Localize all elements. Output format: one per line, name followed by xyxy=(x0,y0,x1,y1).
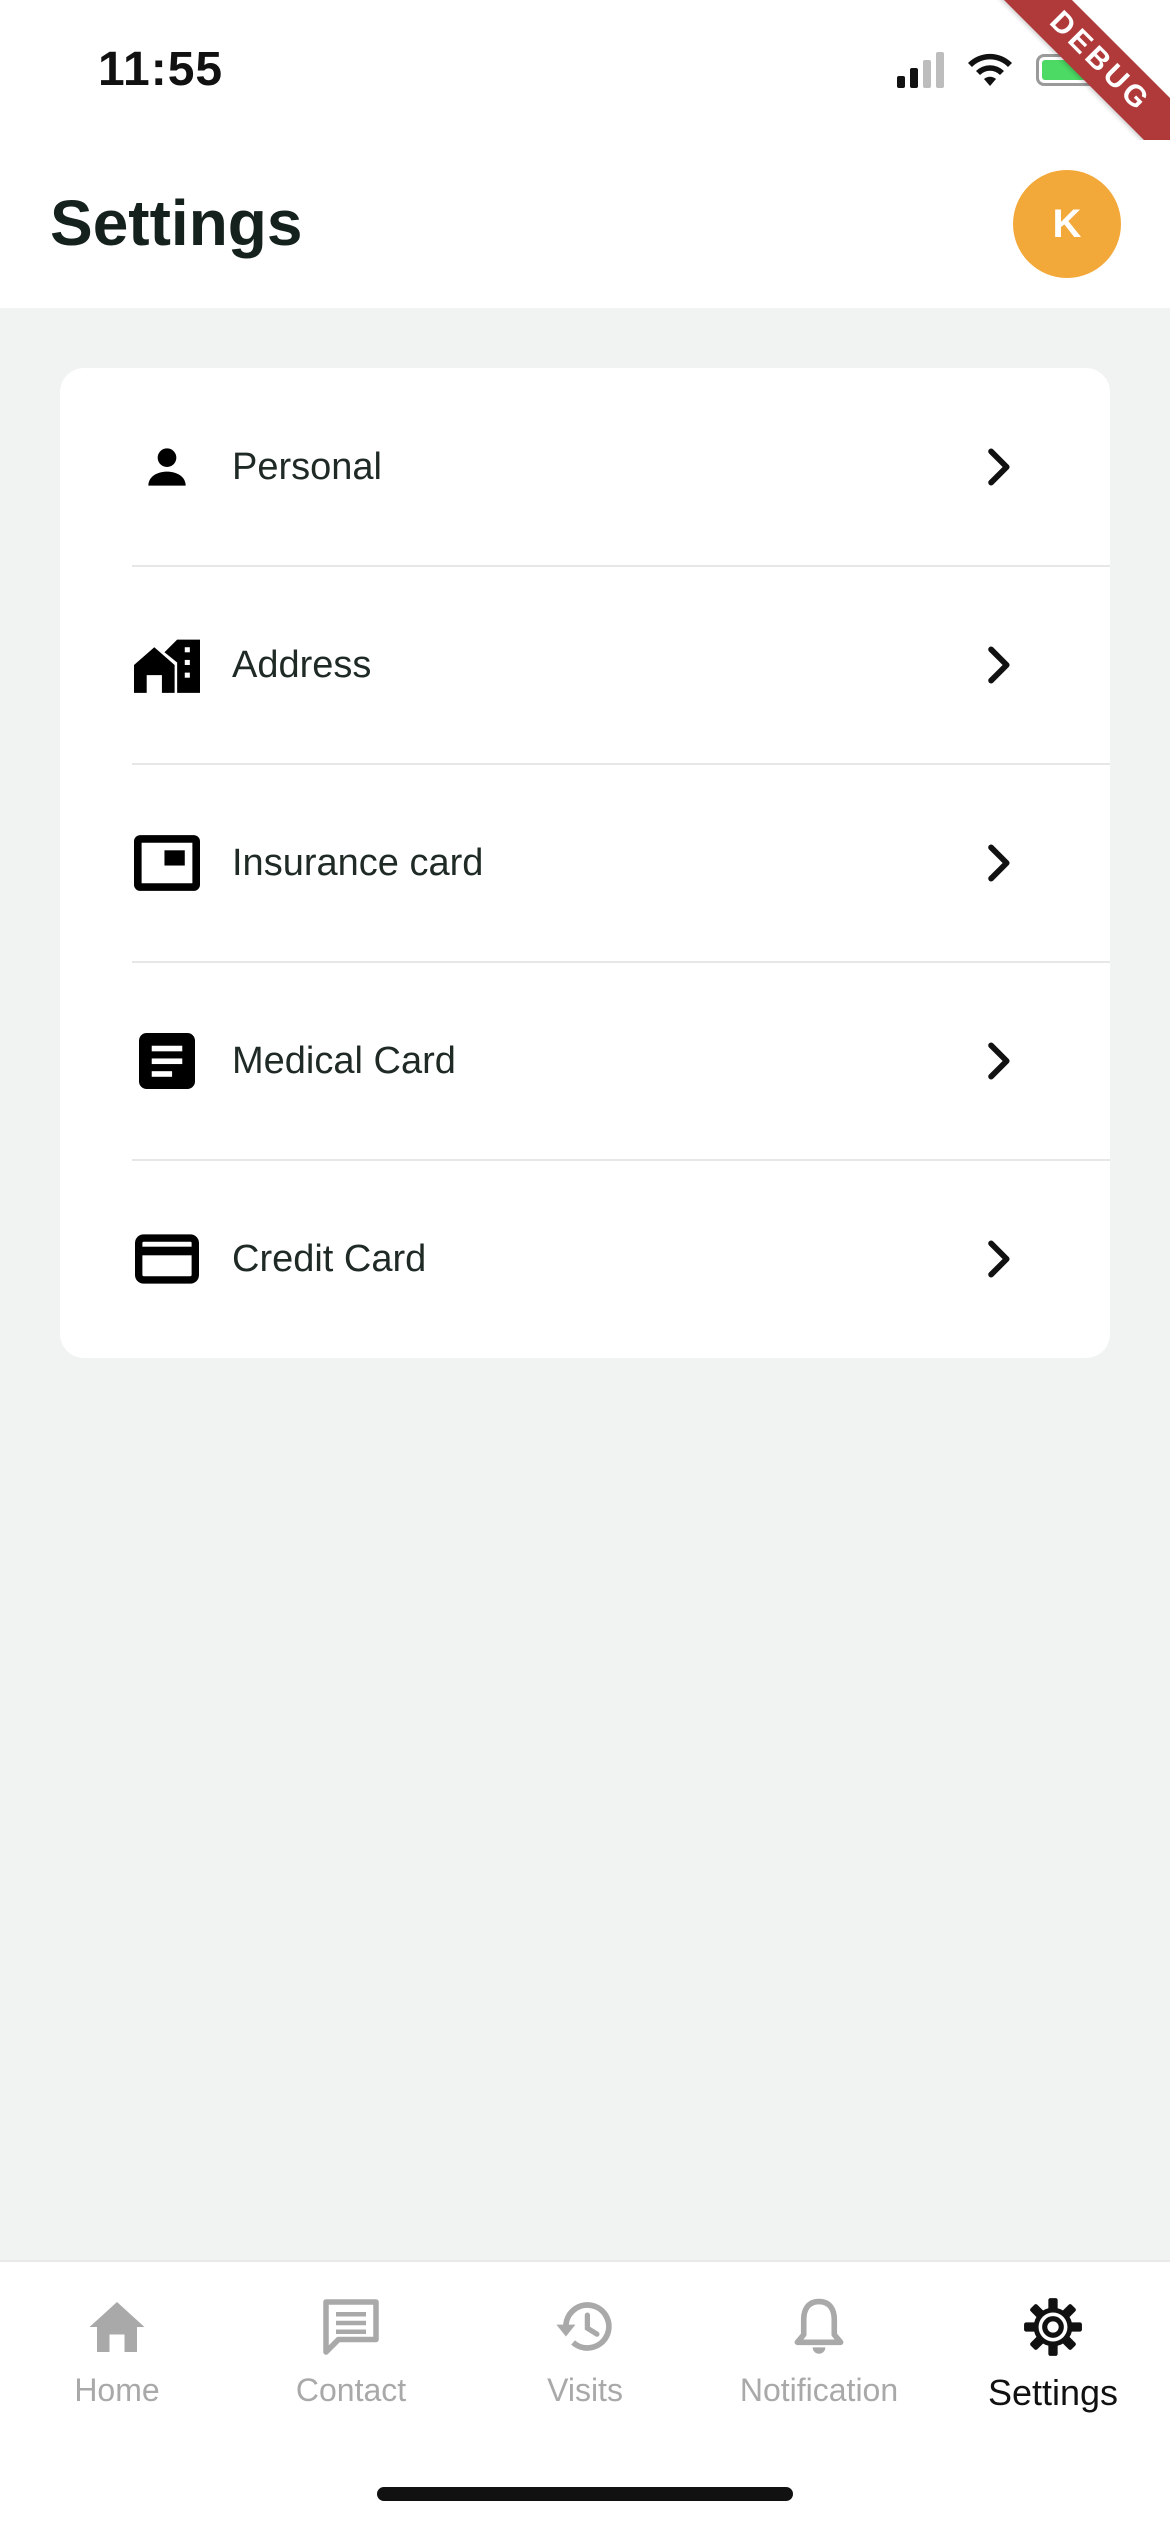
settings-item-label: Address xyxy=(232,643,372,686)
nav-item-settings[interactable]: Settings xyxy=(936,2262,1170,2452)
nav-item-contact[interactable]: Contact xyxy=(234,2262,468,2452)
nav-label: Home xyxy=(74,2372,160,2408)
settings-item-label: Medical Card xyxy=(232,1039,456,1082)
nav-label: Contact xyxy=(295,2372,407,2408)
chat-icon xyxy=(316,2292,386,2362)
nav-label: Notification xyxy=(739,2372,899,2408)
home-work-icon xyxy=(132,630,202,700)
settings-item-medical-card[interactable]: Medical Card xyxy=(60,962,1110,1160)
settings-item-insurance-card[interactable]: Insurance card xyxy=(60,764,1110,962)
home-indicator xyxy=(377,2487,793,2501)
nav-item-home[interactable]: Home xyxy=(0,2262,234,2452)
home-icon xyxy=(82,2292,152,2362)
chevron-right-icon xyxy=(980,1041,1020,1081)
gear-icon xyxy=(1018,2292,1088,2362)
avatar[interactable]: K xyxy=(1013,170,1121,278)
bell-icon xyxy=(784,2292,854,2362)
wifi-icon xyxy=(968,53,1012,86)
nav-item-visits[interactable]: Visits xyxy=(468,2262,702,2452)
settings-item-label: Insurance card xyxy=(232,841,484,884)
history-icon xyxy=(550,2292,620,2362)
nav-label: Visits xyxy=(547,2372,623,2408)
settings-item-label: Personal xyxy=(232,445,382,488)
page-title: Settings xyxy=(50,187,303,259)
status-bar: 11:55 xyxy=(0,0,1170,140)
nav-label: Settings xyxy=(987,2372,1119,2413)
chevron-right-icon xyxy=(980,645,1020,685)
settings-card: Personal Address Insurance card Medical … xyxy=(60,368,1110,1358)
app-header: Settings K xyxy=(0,140,1170,308)
article-icon xyxy=(132,1026,202,1096)
person-icon xyxy=(132,432,202,502)
picture-in-picture-icon xyxy=(132,828,202,898)
chevron-right-icon xyxy=(980,843,1020,883)
credit-card-icon xyxy=(132,1224,202,1294)
chevron-right-icon xyxy=(980,1239,1020,1279)
nav-item-notification[interactable]: Notification xyxy=(702,2262,936,2452)
status-time: 11:55 xyxy=(98,43,224,96)
settings-item-address[interactable]: Address xyxy=(60,566,1110,764)
chevron-right-icon xyxy=(980,447,1020,487)
settings-item-credit-card[interactable]: Credit Card xyxy=(60,1160,1110,1358)
settings-item-personal[interactable]: Personal xyxy=(60,368,1110,566)
cellular-signal-icon xyxy=(897,52,944,88)
settings-item-label: Credit Card xyxy=(232,1237,427,1280)
